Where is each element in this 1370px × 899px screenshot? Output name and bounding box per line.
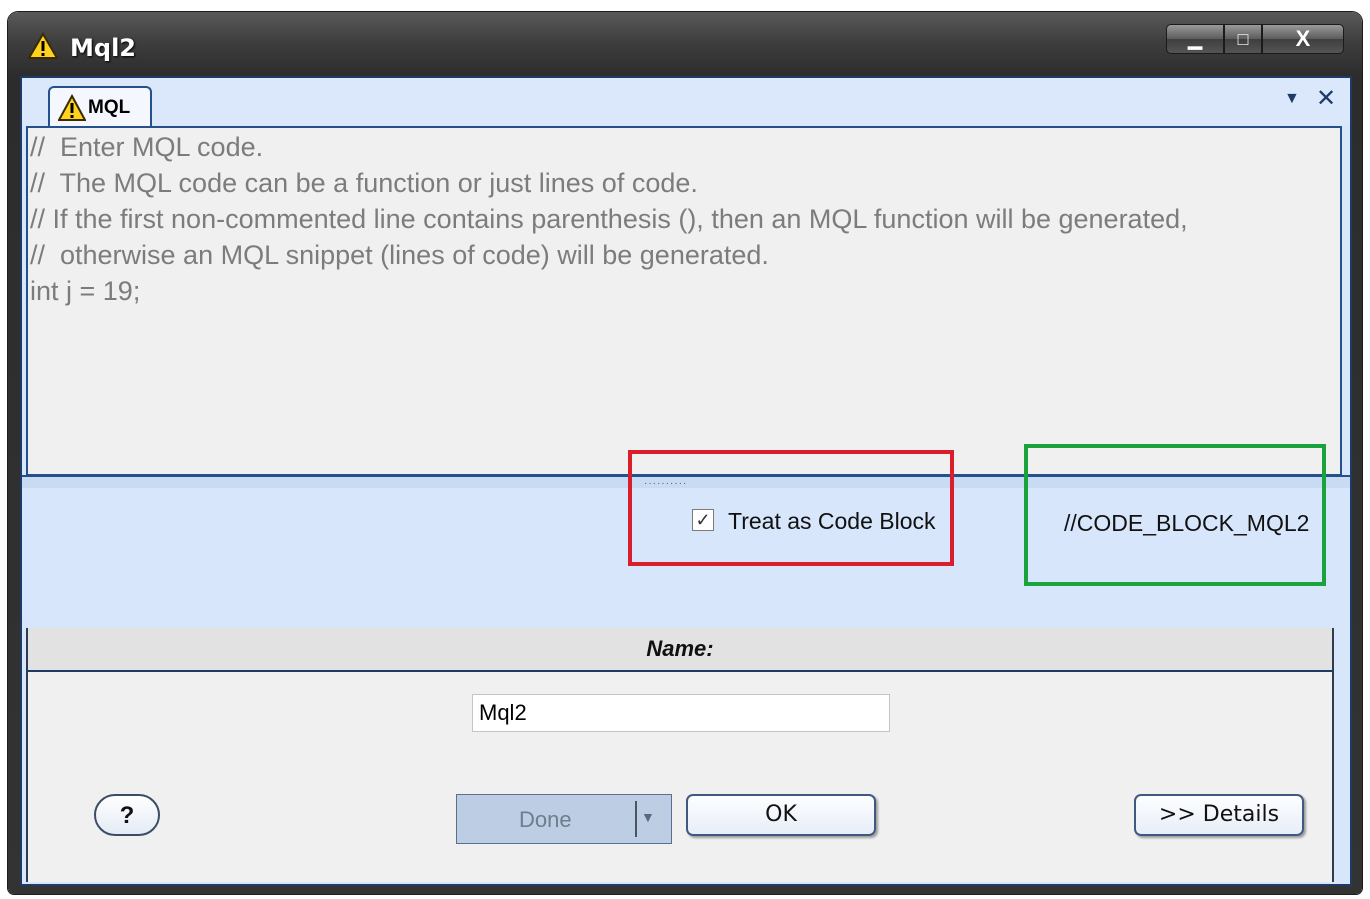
minimize-button[interactable]: ▁ [1166, 24, 1224, 54]
done-split-button[interactable]: Done ▼ [456, 794, 672, 844]
name-label: Name: [646, 636, 714, 661]
warning-icon [28, 32, 58, 59]
tab-label: MQL [88, 97, 131, 118]
code-block-options: ✓ Treat as Code Block //CODE_BLOCK_MQL2 [22, 444, 1350, 628]
details-button[interactable]: >> Details [1134, 794, 1304, 836]
code-line: // Enter MQL code. [30, 132, 264, 162]
code-line: int j = 19; [30, 276, 141, 306]
ok-button[interactable]: OK [686, 794, 876, 836]
title-bar[interactable]: Mql2 ▁ □ X [8, 12, 1362, 76]
treat-as-code-block-label[interactable]: Treat as Code Block [728, 508, 936, 535]
dialog-window: Mql2 ▁ □ X MQL ▼ ✕ // Enter MQL code. //… [8, 12, 1362, 894]
code-editor[interactable]: // Enter MQL code. // The MQL code can b… [26, 126, 1342, 476]
code-line: // If the first non-commented line conta… [30, 204, 1188, 234]
maximize-button[interactable]: □ [1224, 24, 1262, 54]
tab-close-icon[interactable]: ✕ [1316, 84, 1336, 113]
code-block-name: //CODE_BLOCK_MQL2 [1064, 510, 1310, 536]
warning-icon [58, 94, 86, 121]
name-input[interactable] [472, 694, 890, 732]
code-line: // otherwise an MQL snippet (lines of co… [30, 240, 769, 270]
dialog-client-area: MQL ▼ ✕ // Enter MQL code. // The MQL co… [20, 76, 1352, 886]
tab-mql[interactable]: MQL [48, 86, 152, 128]
close-button[interactable]: X [1262, 24, 1344, 54]
window-controls: ▁ □ X [1166, 24, 1344, 54]
tab-strip: MQL ▼ ✕ [22, 78, 1350, 128]
window-title: Mql2 [70, 34, 136, 62]
chevron-down-icon[interactable]: ▼ [641, 809, 655, 825]
help-button[interactable]: ? [94, 794, 160, 836]
name-header: Name: [28, 628, 1332, 672]
treat-as-code-block-checkbox[interactable]: ✓ [692, 509, 714, 531]
name-panel: Name: ? Done ▼ OK >> Details [26, 628, 1334, 882]
split-separator [635, 801, 637, 837]
tab-menu-dropdown-icon[interactable]: ▼ [1284, 90, 1300, 108]
done-label: Done [519, 807, 572, 832]
code-line: // The MQL code can be a function or jus… [30, 168, 698, 198]
